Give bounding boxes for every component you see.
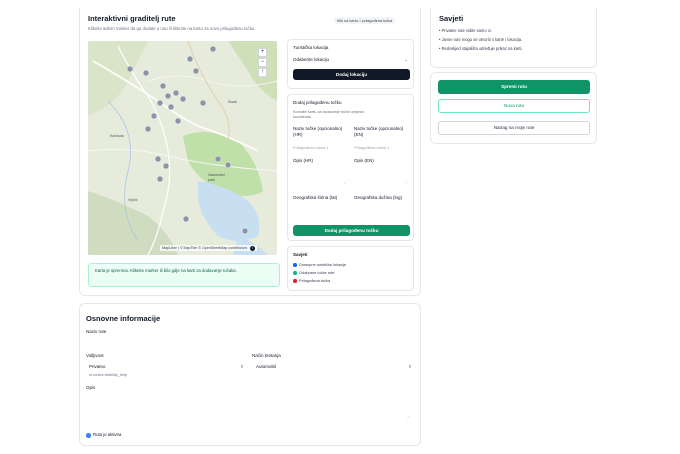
map-canvas[interactable]: Karlovac Nacionalni park Vojnić Sisak [88,41,277,255]
add-custom-point-button[interactable]: Dodaj prilagođenu točku [293,225,410,236]
tips-card: Savjeti • Privatne rute vidite samo vi. … [430,8,597,68]
basic-info-title: Osnovne informacije [86,314,161,323]
desc-en-label: Opis (EN) [354,158,374,163]
lng-label: Geografska dužina (lng) [354,195,403,200]
legend-panel: Savjeti Dostupne turističke lokacije Oda… [287,246,414,291]
map-ready-message: Karta je spremna. Kliknite marker ili bi… [88,263,280,287]
tip-item: • Redoslijed stajališta određuje prikaz … [439,46,523,51]
basic-info-card: Osnovne informacije Naziv rute Vidljivos… [79,303,421,446]
zoom-out-button[interactable]: − [258,58,267,67]
lat-input[interactable] [293,208,348,216]
save-route-button[interactable]: Spremi rutu [438,80,590,94]
blue-dot-icon [293,263,297,267]
legend-item: Dostupne turističke lokacije [293,262,346,267]
tourist-location-select[interactable]: Odaberite lokaciju [293,57,329,62]
chevron-updown-icon: ⇕ [408,364,412,369]
custom-point-panel: Dodaj prilagođenu točku Koristite kartu … [287,94,414,241]
legend-item-label: Dostupne turističke lokacije [299,262,347,267]
compass-button[interactable]: ↑ [258,68,267,77]
desc-hr-label: Opis (HR) [293,158,313,163]
visibility-help: ui.routes.visibility_help [89,373,127,377]
lng-input[interactable] [354,208,410,216]
route-map[interactable]: Karlovac Nacionalni park Vojnić Sisak [88,41,277,255]
builder-subtitle: Kliknite admin marker da ga dodate u rut… [88,26,256,31]
legend-item-label: Prilagođena točka [299,278,331,283]
resize-handle-icon[interactable]: ⟋ [344,180,347,185]
route-name-label: Naziv rute [86,329,107,334]
svg-text:Vojnić: Vojnić [128,198,138,202]
travel-mode-select[interactable]: Automobil [256,364,276,369]
svg-text:Sisak: Sisak [228,100,237,104]
active-label: Ruta je aktivna [93,432,122,437]
name-hr-input[interactable]: Prilagođena točka 1 [293,145,328,150]
legend-title: Savjeti [293,252,308,257]
svg-text:Nacionalni: Nacionalni [208,173,225,177]
name-en-input[interactable]: Prilagođena točka 1 [354,145,389,150]
description-label: Opis [86,385,96,390]
desc-hr-textarea[interactable] [293,165,348,183]
map-attribution: MapLibre | © MapTiler © OpenStreetMap co… [160,245,258,251]
tip-item: • Javne rute mogu se otvoriti s karte i … [439,37,523,42]
tourist-location-panel: Turistička lokacija Odaberite lokaciju ⌄… [287,39,414,89]
visibility-select[interactable]: Privatno [89,364,106,369]
resize-handle-icon[interactable]: ⟋ [407,415,410,420]
active-checkbox[interactable] [86,433,91,438]
green-dot-icon [293,271,297,275]
route-name-input[interactable] [86,336,416,348]
custom-point-help: Koristite kartu za dodavanje točke umjes… [293,110,365,119]
builder-title: Interaktivni graditelj rute [88,14,176,23]
desc-en-textarea[interactable] [354,165,410,183]
lat-label: Geografska širina (lat) [293,195,338,200]
description-textarea[interactable] [86,392,416,426]
custom-point-heading: Dodaj prilagođenu točku [293,100,342,105]
tips-title: Savjeti [439,14,464,23]
map-click-hint-pill: Klik na kartu = prilagođena točka [334,17,396,24]
name-hr-label: Naziv točke (opcionalno) (HR) [293,126,343,137]
map-info-icon[interactable]: i [250,245,256,251]
tip-item: • Privatne rute vidite samo vi. [439,28,492,33]
add-location-button[interactable]: Dodaj lokaciju [293,69,410,80]
chevron-updown-icon: ⇕ [240,364,244,369]
route-builder-card: Interaktivni graditelj rute Kliknite adm… [79,8,421,296]
tourist-location-label: Turistička lokacija [293,45,329,50]
red-dot-icon [293,279,297,283]
back-to-routes-button[interactable]: Natrag na moje rute [438,121,590,135]
legend-item-label: Odabrane točke rute [299,270,335,275]
legend-item: Prilagođena točka [293,278,330,283]
actions-card: Spremi rutu Nova ruta Natrag na moje rut… [430,72,597,144]
resize-handle-icon[interactable]: ⟋ [405,180,408,185]
zoom-in-button[interactable]: + [258,48,267,57]
svg-text:park: park [208,178,215,182]
name-en-label: Naziv točke (opcionalno) (EN) [354,126,404,137]
visibility-label: Vidljivost [86,353,104,358]
map-attribution-text: MapLibre | © MapTiler © OpenStreetMap co… [162,245,248,250]
chevron-down-icon: ⌄ [404,57,408,62]
svg-text:Karlovac: Karlovac [110,134,124,138]
legend-item: Odabrane točke rute [293,270,334,275]
new-route-button[interactable]: Nova ruta [438,99,590,113]
travel-mode-label: Način kretanja [252,353,281,358]
